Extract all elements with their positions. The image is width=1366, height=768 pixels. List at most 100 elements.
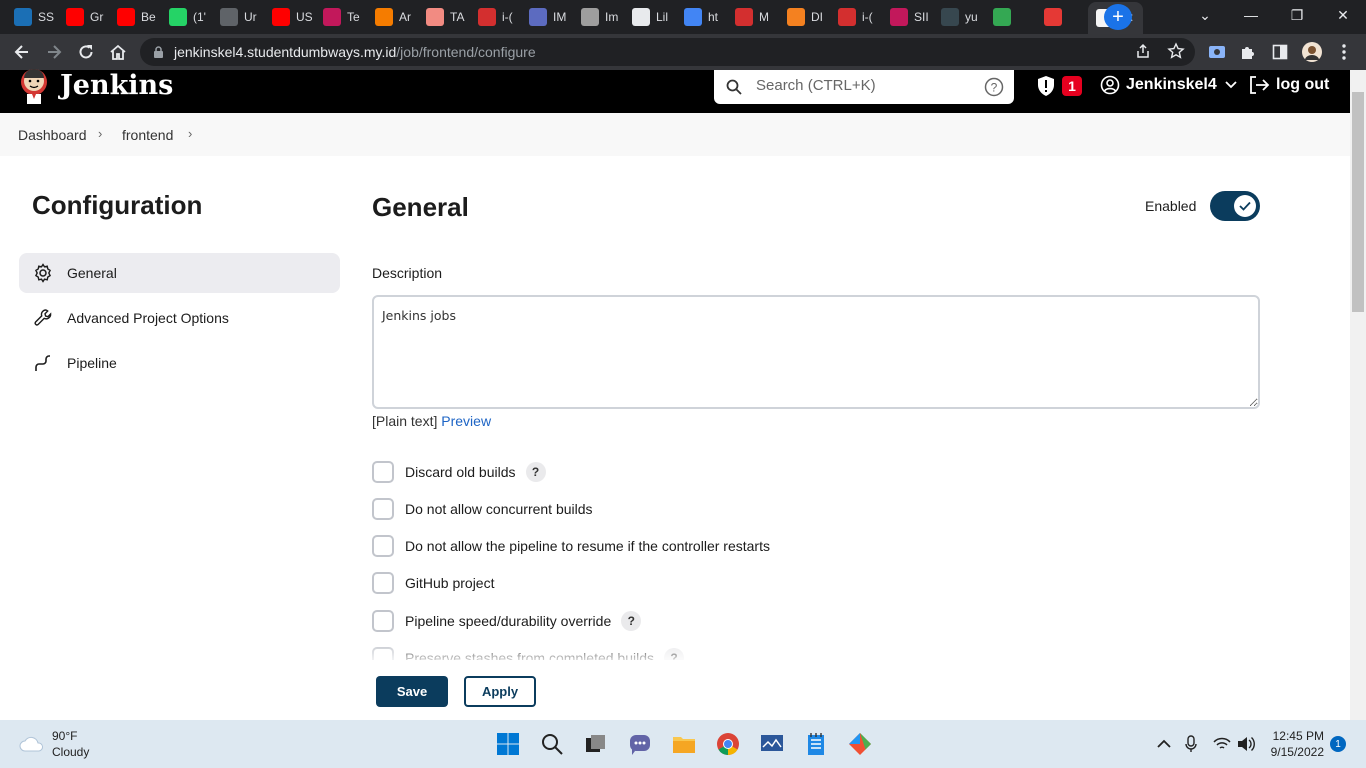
pipeline-icon: [32, 352, 54, 374]
breadcrumb-dashboard[interactable]: Dashboard: [18, 127, 87, 143]
profile-avatar-icon[interactable]: [1300, 40, 1324, 64]
sidebar-item-pipeline[interactable]: Pipeline: [19, 343, 340, 383]
apply-button[interactable]: Apply: [464, 676, 536, 707]
back-icon[interactable]: [10, 40, 34, 64]
minimize-icon[interactable]: —: [1228, 0, 1274, 30]
browser-tab[interactable]: SII: [882, 5, 931, 29]
browser-tab[interactable]: [1036, 5, 1085, 29]
option-no-concurrent-builds[interactable]: Do not allow concurrent builds: [372, 498, 593, 520]
teams-chat-icon[interactable]: [626, 730, 654, 758]
checkbox[interactable]: [372, 572, 394, 594]
breadcrumb-frontend[interactable]: frontend: [122, 127, 173, 143]
chevron-up-icon[interactable]: [1150, 730, 1178, 758]
restore-icon[interactable]: ❐: [1274, 0, 1320, 30]
checkbox[interactable]: [372, 461, 394, 483]
option-pipeline-durability-override[interactable]: Pipeline speed/durability override ?: [372, 610, 642, 632]
jenkins-brand-title[interactable]: Jenkins: [60, 70, 173, 101]
forward-icon[interactable]: [42, 40, 66, 64]
option-discard-old-builds[interactable]: Discard old builds ?: [372, 461, 546, 483]
git-app-icon[interactable]: [846, 730, 874, 758]
diamond-icon: [529, 8, 547, 26]
volume-icon[interactable]: [1232, 730, 1260, 758]
enabled-toggle[interactable]: [1210, 191, 1260, 221]
browser-tab[interactable]: SS: [6, 5, 55, 29]
side-panel-icon[interactable]: [1268, 40, 1292, 64]
alert-count-badge: 1: [1062, 76, 1082, 96]
option-no-pipeline-resume[interactable]: Do not allow the pipeline to resume if t…: [372, 535, 770, 557]
browser-tab[interactable]: yu: [933, 5, 982, 29]
help-icon[interactable]: ?: [621, 611, 642, 631]
youtube-icon: [117, 8, 135, 26]
browser-tab[interactable]: ht: [676, 5, 725, 29]
chrome-taskbar-icon[interactable]: [714, 730, 742, 758]
new-tab-icon[interactable]: +: [1104, 4, 1132, 30]
task-view-icon[interactable]: [582, 730, 610, 758]
browser-tab[interactable]: TA: [418, 5, 467, 29]
monitor-app-icon[interactable]: [758, 730, 786, 758]
checkbox[interactable]: [372, 535, 394, 557]
windows-start-icon[interactable]: [494, 730, 522, 758]
address-bar[interactable]: jenkinskel4.studentdumbways.my.id/job/fr…: [140, 38, 1195, 66]
chevron-right-icon[interactable]: ›: [188, 126, 192, 141]
browser-tab[interactable]: Ar: [367, 5, 416, 29]
reload-icon[interactable]: [74, 40, 98, 64]
browser-tab[interactable]: M: [727, 5, 776, 29]
chrome-menu-icon[interactable]: [1332, 40, 1356, 64]
microphone-icon[interactable]: [1177, 730, 1205, 758]
share-icon[interactable]: [1135, 43, 1151, 64]
browser-tab[interactable]: Be: [109, 5, 158, 29]
cloudflare-icon: [787, 8, 805, 26]
checkbox[interactable]: [372, 610, 394, 632]
weather-widget[interactable]: 90°F Cloudy: [18, 728, 89, 760]
bookmark-star-icon[interactable]: [1167, 42, 1185, 65]
url-host: jenkinskel4.studentdumbways.my.id: [174, 44, 397, 60]
browser-tab[interactable]: Gr: [58, 5, 107, 29]
browser-tab[interactable]: Lil: [624, 5, 673, 29]
logout-icon: [1250, 76, 1270, 94]
ta-icon: [426, 8, 444, 26]
logout-link[interactable]: log out: [1248, 75, 1329, 95]
search-icon[interactable]: [538, 730, 566, 758]
browser-tab[interactable]: (1': [161, 5, 210, 29]
jenkins-logo-icon[interactable]: [18, 66, 50, 106]
close-window-icon[interactable]: ✕: [1320, 0, 1366, 30]
sidebar-item-general[interactable]: General: [19, 253, 340, 293]
browser-tab-title: Lil: [656, 10, 669, 24]
browser-tab[interactable]: US: [264, 5, 313, 29]
browser-tab[interactable]: i-(: [830, 5, 879, 29]
extension-screen-icon[interactable]: [1205, 40, 1229, 64]
browser-tab[interactable]: i-(: [470, 5, 519, 29]
home-icon[interactable]: [106, 40, 130, 64]
page-title: Configuration: [32, 190, 203, 220]
tab-search-icon[interactable]: ⌄: [1182, 0, 1228, 30]
description-textarea[interactable]: [372, 295, 1260, 409]
browser-tab[interactable]: Te: [315, 5, 364, 29]
browser-tab[interactable]: [985, 5, 1034, 29]
notification-badge[interactable]: 1: [1330, 736, 1346, 752]
search-box[interactable]: Search (CTRL+K) ?: [714, 70, 1014, 104]
security-alert[interactable]: 1: [1036, 75, 1082, 97]
user-menu[interactable]: Jenkinskel4: [1100, 75, 1237, 95]
extensions-puzzle-icon[interactable]: [1236, 40, 1260, 64]
gear-icon: [581, 8, 599, 26]
save-button[interactable]: Save: [376, 676, 448, 707]
scrollbar-thumb[interactable]: [1352, 92, 1364, 312]
file-explorer-icon[interactable]: [670, 730, 698, 758]
browser-tab-title: TA: [450, 10, 465, 24]
sidebar-item-advanced-project-options[interactable]: Advanced Project Options: [19, 298, 340, 338]
help-icon[interactable]: ?: [525, 462, 546, 482]
globe-icon: [220, 8, 238, 26]
option-github-project[interactable]: GitHub project: [372, 572, 494, 594]
enabled-label: Enabled: [1145, 198, 1197, 214]
chevron-right-icon: ›: [98, 126, 103, 141]
system-clock[interactable]: 12:45 PM 9/15/2022: [1262, 728, 1324, 760]
checkbox[interactable]: [372, 498, 394, 520]
browser-tab[interactable]: Im: [573, 5, 622, 29]
help-circle-icon[interactable]: ?: [984, 77, 1004, 97]
browser-tab[interactable]: IM: [521, 5, 570, 29]
notepad-icon[interactable]: [802, 730, 830, 758]
browser-tab[interactable]: Ur: [212, 5, 261, 29]
browser-tab-title: (1': [193, 10, 206, 24]
browser-tab[interactable]: DI: [779, 5, 828, 29]
preview-link[interactable]: Preview: [441, 413, 491, 429]
